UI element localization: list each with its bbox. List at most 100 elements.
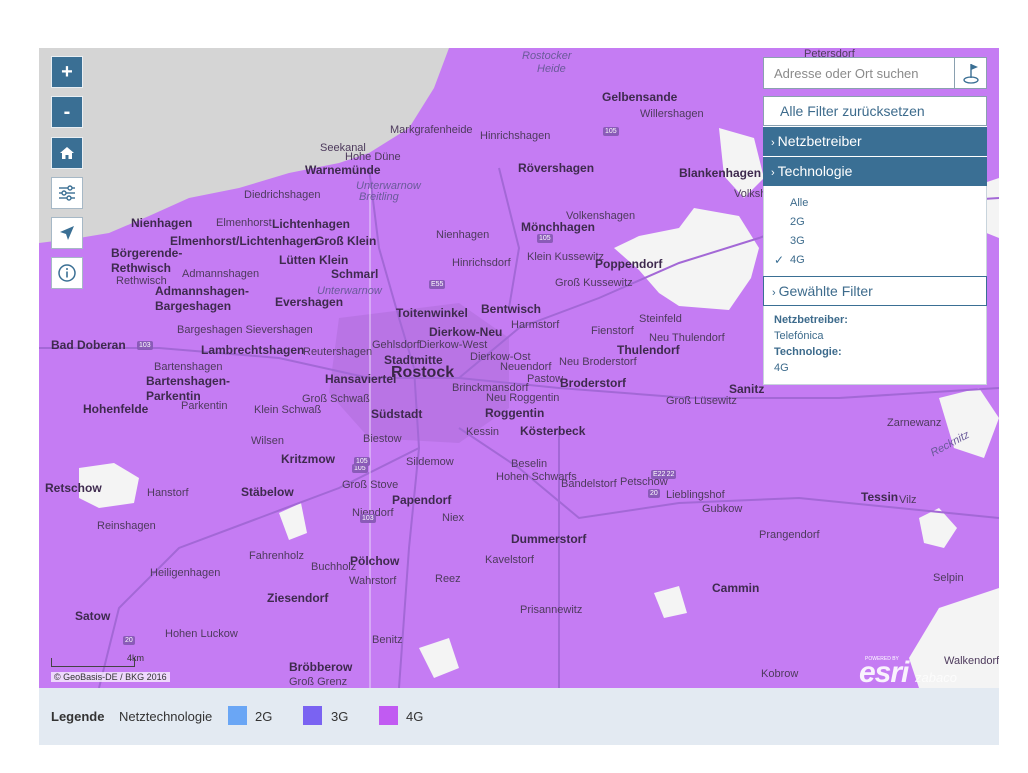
place-label: Elmenhorst bbox=[216, 217, 272, 229]
place-label: Walkendorf bbox=[944, 655, 999, 667]
place-label: Bad Doberan bbox=[51, 338, 126, 352]
legend-label-2g: 2G bbox=[255, 709, 273, 724]
locate-button[interactable] bbox=[51, 217, 83, 249]
place-label: Groß Grenz bbox=[289, 676, 348, 688]
place-label: Wilsen bbox=[251, 435, 285, 447]
place-label: Neu Broderstorf bbox=[559, 356, 637, 368]
zoom-in-button[interactable]: + bbox=[51, 56, 83, 88]
place-label: Elmenhorst/Lichtenhagen bbox=[170, 234, 318, 248]
place-label: Gubkow bbox=[702, 503, 743, 515]
place-label: Kritzmow bbox=[281, 452, 335, 466]
legend-title: Legende bbox=[51, 709, 105, 724]
place-label: Willershagen bbox=[640, 108, 704, 120]
technology-option-4g[interactable]: ✓ 4G bbox=[764, 251, 986, 270]
place-label: Breitling bbox=[359, 191, 399, 203]
place-label: Pölchow bbox=[350, 554, 400, 568]
technology-option-3g[interactable]: 3G bbox=[764, 232, 986, 251]
place-label: Unterwarnow bbox=[317, 285, 382, 297]
place-label: Thulendorf bbox=[617, 343, 680, 357]
road-shield: 105 bbox=[537, 234, 553, 243]
place-label: Vilz bbox=[899, 494, 917, 506]
chosen-operator-label: Netzbetreiber: bbox=[774, 314, 848, 326]
search-button[interactable] bbox=[954, 58, 986, 88]
plus-icon: + bbox=[61, 61, 73, 83]
place-label: Kavelstorf bbox=[485, 554, 534, 566]
technology-options-list: Alle 2G 3G ✓ 4G bbox=[763, 186, 987, 276]
filter-toggle-button[interactable] bbox=[51, 177, 83, 209]
technology-option-all[interactable]: Alle bbox=[764, 194, 986, 213]
scale-label: 4km bbox=[127, 653, 145, 663]
legend-subtitle: Netztechnologie bbox=[119, 709, 213, 724]
place-label: Dierkow-West bbox=[419, 339, 488, 351]
place-label: Hinrichsdorf bbox=[452, 257, 511, 269]
operator-header-label: Netzbetreiber bbox=[777, 133, 862, 149]
place-label: Hansaviertel bbox=[325, 372, 397, 386]
reset-filters-button[interactable]: Alle Filter zurücksetzen bbox=[763, 96, 987, 126]
place-label: Bandelstorf bbox=[561, 478, 617, 490]
operator-section-header[interactable]: › Netzbetreiber bbox=[763, 126, 987, 156]
place-label: Hanstorf bbox=[147, 487, 189, 499]
place-label: Roggentin bbox=[485, 406, 545, 420]
map-view[interactable]: Rostocker Heide Gelbensande Willershagen Mar… bbox=[39, 48, 999, 688]
chevron-right-icon: › bbox=[771, 167, 775, 179]
place-label: Retschow bbox=[45, 481, 102, 495]
technology-header-label: Technologie bbox=[777, 163, 853, 179]
place-label: Tessin bbox=[861, 490, 899, 504]
place-label: Kösterbeck bbox=[520, 424, 586, 438]
place-label: Buchholz bbox=[311, 561, 357, 573]
road-shield: 103 bbox=[360, 514, 376, 523]
place-label: Groß Stove bbox=[342, 479, 399, 491]
place-label: Klein Kussewitz bbox=[527, 251, 605, 263]
technology-option-label: Alle bbox=[790, 197, 809, 209]
place-label: Hohenfelde bbox=[83, 402, 149, 416]
place-label: Prisannewitz bbox=[520, 604, 583, 616]
place-label: Lieblingshof bbox=[666, 489, 725, 501]
place-label: Hohe Düne bbox=[345, 151, 401, 163]
place-label: Toitenwinkel bbox=[396, 306, 468, 320]
place-label: Pastow bbox=[527, 373, 564, 385]
place-label: Groß Klein bbox=[315, 234, 377, 248]
checkmark-icon: ✓ bbox=[774, 253, 785, 267]
place-label: Harmstorf bbox=[511, 319, 560, 331]
place-label: Bröbberow bbox=[289, 660, 353, 674]
home-button[interactable] bbox=[51, 137, 83, 169]
search-input[interactable] bbox=[764, 58, 952, 88]
place-label: Groß Kussewitz bbox=[555, 277, 633, 289]
place-label: Ziesendorf bbox=[267, 591, 329, 605]
zoom-out-button[interactable]: - bbox=[51, 96, 83, 128]
place-label: Heide bbox=[537, 63, 566, 75]
place-label: Klein Schwaß bbox=[254, 404, 322, 416]
place-label: Steinfeld bbox=[639, 313, 682, 325]
legend-swatch-4g bbox=[379, 706, 398, 725]
place-label: Schmarl bbox=[331, 267, 379, 281]
road-shield: E55 bbox=[429, 280, 446, 289]
technology-option-2g[interactable]: 2G bbox=[764, 213, 986, 232]
chosen-filters-summary: Netzbetreiber: Telefónica Technologie: 4… bbox=[763, 306, 987, 385]
place-label: Kobrow bbox=[761, 668, 799, 680]
filter-panel: Alle Filter zurücksetzen › Netzbetreiber … bbox=[763, 96, 987, 385]
place-label: Neu Roggentin bbox=[486, 392, 560, 404]
minus-icon: - bbox=[63, 101, 71, 123]
place-label: Broderstorf bbox=[560, 376, 627, 390]
info-button[interactable] bbox=[51, 257, 83, 289]
place-label: Poppendorf bbox=[595, 257, 663, 271]
chosen-technology-label: Technologie: bbox=[774, 346, 842, 358]
place-label: Hohen Luckow bbox=[165, 628, 238, 640]
place-label: Bentwisch bbox=[481, 302, 542, 316]
place-label: Volkenshagen bbox=[566, 210, 636, 222]
place-label: Diedrichshagen bbox=[244, 189, 321, 201]
technology-section-header[interactable]: › Technologie bbox=[763, 156, 987, 186]
chosen-filters-label: Gewählte Filter bbox=[778, 283, 873, 299]
place-label: Papendorf bbox=[392, 493, 452, 507]
legend-bar: Legende Netztechnologie 2G 3G 4G bbox=[39, 688, 999, 745]
place-label: Prangendorf bbox=[759, 529, 820, 541]
place-label: Satow bbox=[75, 609, 111, 623]
place-label: Benitz bbox=[372, 634, 403, 646]
chosen-filters-header[interactable]: › Gewählte Filter bbox=[763, 276, 987, 306]
place-label: Wahrstorf bbox=[349, 575, 397, 587]
place-label: Gehlsdorf bbox=[372, 339, 420, 351]
place-label: Bartenshagen- bbox=[146, 374, 231, 388]
place-label: Admannshagen- bbox=[155, 284, 250, 298]
place-label: Bartenshagen bbox=[154, 361, 223, 373]
place-label: Börgerende- bbox=[111, 246, 183, 260]
